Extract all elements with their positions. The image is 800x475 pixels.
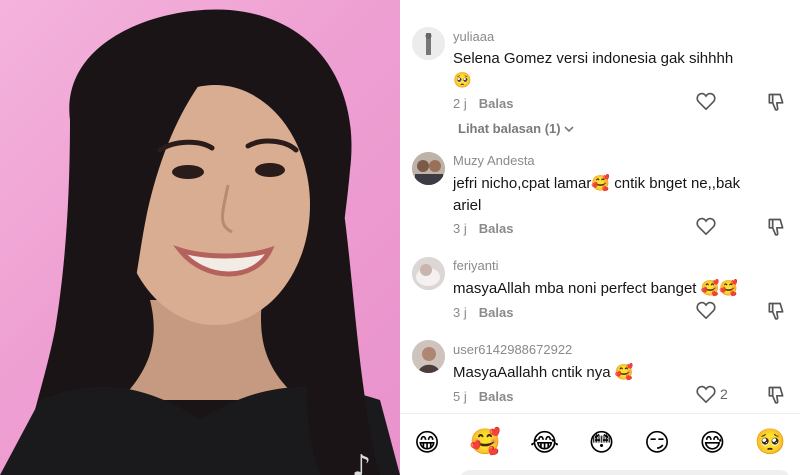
comment-text: Selena Gomez versi indonesia gak sihhhh …	[453, 50, 734, 89]
comment-text: masyaAllah mba noni perfect banget 🥰🥰	[453, 280, 738, 297]
emoji-bar: 😁 🥰 😂 😳 😏 😅 🥺	[400, 420, 800, 464]
comment-meta: 3 j Balas	[453, 305, 513, 320]
comment-time: 3 j	[453, 221, 467, 236]
comments-panel: yuliaaa Selena Gomez versi indonesia gak…	[400, 0, 800, 475]
avatar[interactable]	[412, 257, 445, 290]
dislike-button[interactable]	[766, 217, 786, 242]
dislike-button[interactable]	[766, 301, 786, 326]
comment-meta: 3 j Balas	[453, 221, 513, 236]
comment-time: 5 j	[453, 389, 467, 404]
video-frame-illustration	[0, 9, 400, 475]
comment-username[interactable]: yuliaaa	[453, 29, 494, 44]
heart-icon	[696, 385, 716, 403]
like-button[interactable]	[696, 217, 720, 235]
reply-button[interactable]: Balas	[479, 389, 514, 404]
chevron-down-icon	[564, 125, 574, 132]
reply-button[interactable]: Balas	[479, 96, 514, 111]
comment-username[interactable]: user6142988672922	[453, 342, 572, 357]
like-count: 2	[720, 386, 728, 402]
divider	[400, 413, 800, 414]
comment-text: jefri nicho,cpat lamar🥰 cntik bnget ne,,…	[453, 175, 741, 214]
view-replies-button[interactable]: Lihat balasan (1)	[458, 121, 574, 136]
comment-time: 3 j	[453, 305, 467, 320]
view-replies-label: Lihat balasan (1)	[458, 121, 561, 136]
avatar[interactable]	[412, 27, 445, 60]
like-button[interactable]: 2	[696, 385, 728, 403]
emoji-flushed[interactable]: 😳	[589, 428, 615, 457]
comment-meta: 2 j Balas	[453, 96, 513, 111]
comment-username[interactable]: feriyanti	[453, 258, 499, 273]
comment-text: MasyaAallahh cntik nya 🥰	[453, 364, 634, 381]
emoji-grin[interactable]: 😁	[414, 428, 440, 457]
emoji-sweat-smile[interactable]: 😅	[699, 428, 725, 457]
reply-button[interactable]: Balas	[479, 305, 514, 320]
like-button[interactable]	[696, 301, 720, 319]
avatar[interactable]	[412, 340, 445, 373]
comment-time: 2 j	[453, 96, 467, 111]
like-button[interactable]	[696, 92, 720, 110]
dislike-button[interactable]	[766, 385, 786, 410]
avatar[interactable]	[412, 152, 445, 185]
thumbs-down-icon	[768, 386, 784, 404]
thumbs-down-icon	[768, 93, 784, 111]
tiktok-logo-icon: ♪	[352, 449, 372, 475]
emoji-smiling-hearts[interactable]: 🥰	[469, 427, 500, 457]
heart-icon	[696, 301, 716, 319]
emoji-tears-of-joy[interactable]: 😂	[530, 428, 559, 457]
heart-icon	[696, 217, 716, 235]
thumbs-down-icon	[768, 302, 784, 320]
emoji-smirk[interactable]: 😏	[644, 428, 670, 457]
dislike-button[interactable]	[766, 92, 786, 117]
thumbs-down-icon	[768, 218, 784, 236]
reply-button[interactable]: Balas	[479, 221, 514, 236]
emoji-pleading[interactable]: 🥺	[755, 427, 786, 457]
comment-meta: 5 j Balas	[453, 389, 513, 404]
heart-icon	[696, 92, 716, 110]
video-player[interactable]: ♪	[0, 0, 400, 475]
comment-username[interactable]: Muzy Andesta	[453, 153, 535, 168]
comment-input-edge[interactable]	[460, 470, 790, 475]
